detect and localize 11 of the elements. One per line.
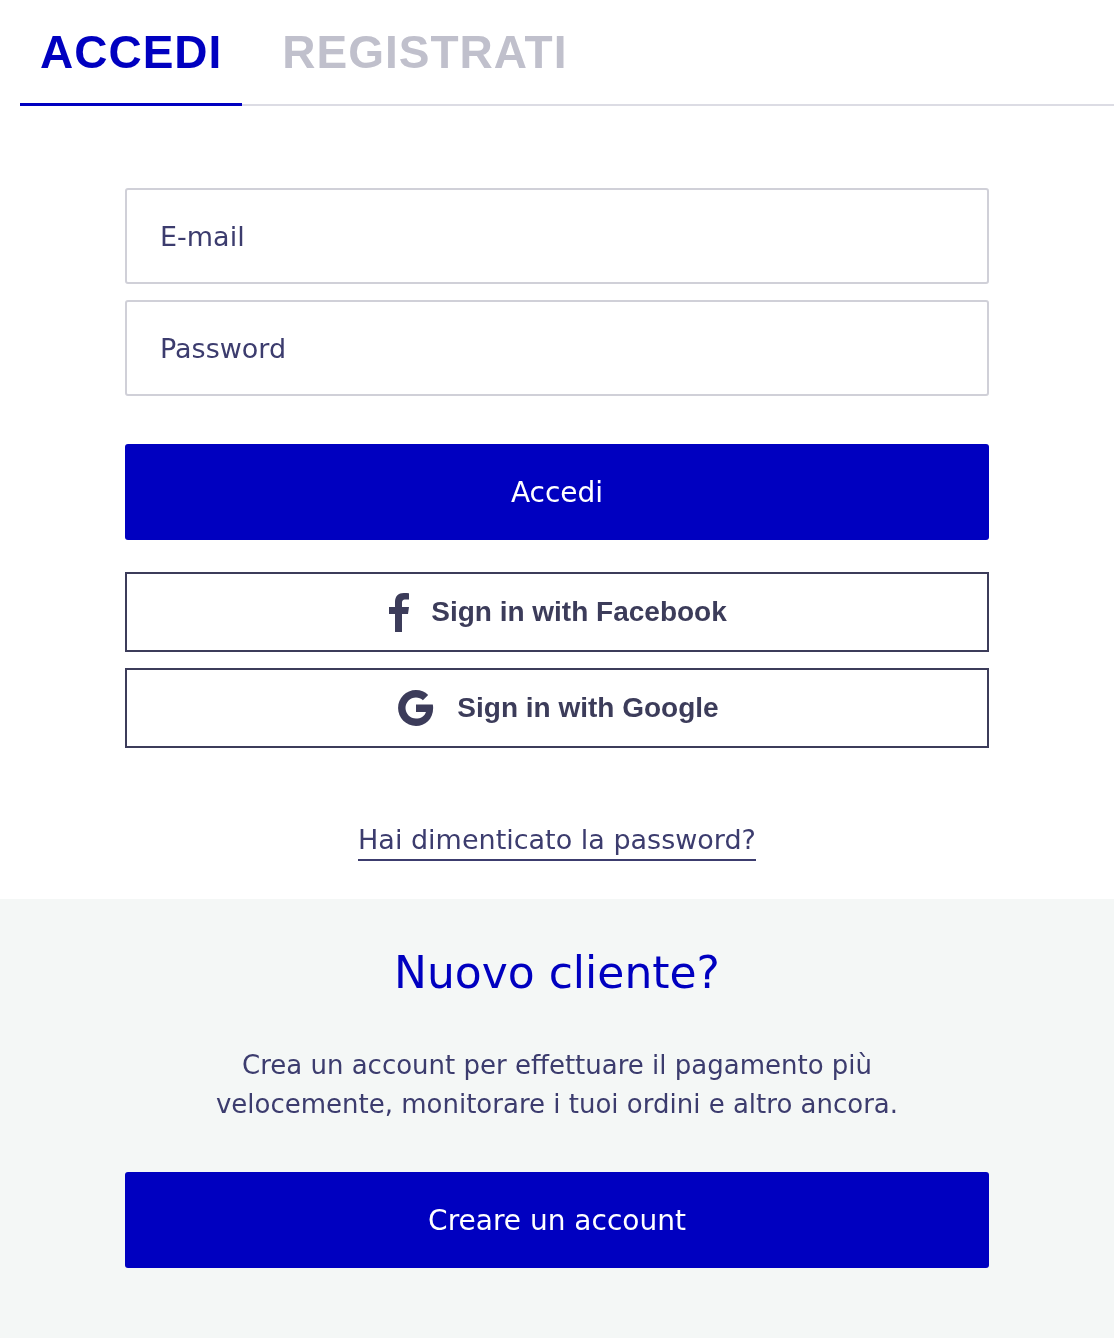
- new-customer-text: Crea un account per effettuare il pagamento più velocemente, monitorare i tuoi ordini e altro ancora.: [214, 1049, 900, 1121]
- input-field[interactable]: Password: [125, 300, 989, 396]
- login-button[interactable]: Accedi: [125, 444, 989, 540]
- facebook-icon: [387, 590, 412, 634]
- facebook-sign-in-button[interactable]: Sign in with Facebook: [125, 572, 989, 652]
- create-account-button[interactable]: Creare un account: [125, 1172, 989, 1268]
- tab[interactable]: ACCEDI: [20, 0, 243, 106]
- new-customer-title: Nuovo cliente?: [394, 947, 720, 998]
- forgot-password-link[interactable]: Hai dimenticato la password?: [358, 824, 756, 861]
- google-sign-in-button[interactable]: Sign in with Google: [125, 668, 989, 748]
- input-field[interactable]: E-mail: [125, 188, 989, 284]
